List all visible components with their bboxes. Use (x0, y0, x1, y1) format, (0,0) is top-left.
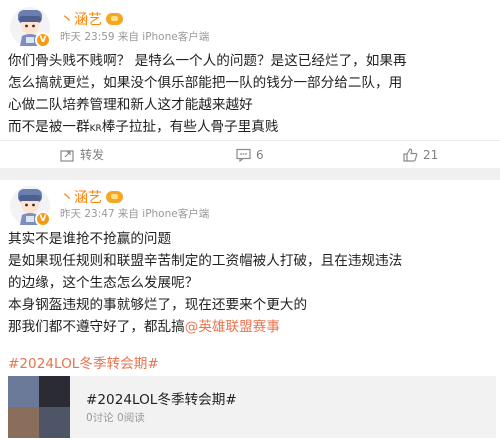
post-meta: 昨天 23:59 来自 iPhone客户端 (60, 31, 210, 43)
post-text-line: 本身钢盔违规的事就够烂了，现在还要来个更大的 (8, 297, 308, 313)
post-separator (0, 168, 500, 180)
username[interactable]: 丶涵艺 (60, 9, 123, 29)
post-text-segment: KR (89, 124, 102, 134)
topic-card[interactable]: #2024LOL冬季转会期# 0讨论 0阅读 (8, 376, 496, 438)
verified-badge-icon (35, 32, 51, 48)
post-meta: 昨天 23:47 来自 iPhone客户端 (60, 208, 210, 220)
username[interactable]: 丶涵艺 (60, 187, 123, 207)
hashtag-link[interactable]: #2024LOL冬季转会期# (8, 352, 159, 372)
repost-icon (60, 150, 74, 162)
post-text-line: 心做二队培养管理和新人这才能越来越好 (8, 97, 253, 113)
thumbs-up-icon (403, 148, 418, 162)
post-action-bar: 转发 6 21 (0, 140, 500, 168)
post-text-line: 是如果现任规则和联盟辛苦制定的工资帽被人打破，且在违规违法 (8, 253, 403, 269)
post-text-line: 怎么搞就更烂，如果没个俱乐部能把一队的钱分一部分给二队，用 (8, 75, 403, 91)
weibo-post-1: 丶涵艺 昨天 23:59 来自 iPhone客户端 你们骨头贱不贱啊？ 是特么一… (0, 0, 500, 168)
post-text-line: 你们骨头贱不贱啊？ 是特么一个人的问题？是这已经烂了，如果再 (8, 53, 407, 69)
post-text: 其实不是谁抢不抢赢的问题 是如果现任规则和联盟辛苦制定的工资帽被人打破，且在违规… (8, 228, 496, 338)
vip-crown-icon (106, 191, 123, 203)
weibo-post-2: 丶涵艺 昨天 23:47 来自 iPhone客户端 其实不是谁抢不抢赢的问题 是… (0, 180, 500, 440)
username-text[interactable]: 丶涵艺 (60, 12, 102, 28)
comment-icon (236, 148, 251, 162)
verified-badge-icon (35, 211, 51, 227)
vip-crown-icon (106, 13, 123, 25)
post-text-line: 其实不是谁抢不抢赢的问题 (8, 231, 172, 247)
post-text-line: 那我们都不遵守好了，都乱搞@英雄联盟赛事 (8, 316, 496, 338)
post-text-line: 的边缘，这个生态怎么发展呢？ (8, 275, 199, 291)
post-text: 你们骨头贱不贱啊？ 是特么一个人的问题？是这已经烂了，如果再 怎么搞就更烂，如果… (8, 50, 496, 140)
repost-label: 转发 (80, 148, 105, 162)
avatar[interactable] (9, 6, 51, 48)
comment-count: 6 (256, 148, 264, 162)
topic-stats: 0讨论 0阅读 (86, 412, 145, 424)
topic-thumbnail (8, 376, 70, 438)
like-count: 21 (423, 148, 439, 162)
post-text-segment: 那我们都不遵守好了，都乱搞 (8, 319, 185, 335)
topic-title: #2024LOL冬季转会期# (86, 392, 237, 408)
post-text-segment: 棒子拉扯，有些人骨子里真贱 (101, 119, 279, 135)
username-text[interactable]: 丶涵艺 (60, 190, 102, 206)
post-text-line: 而不是被一群KR棒子拉扯，有些人骨子里真贱 (8, 116, 496, 140)
mention-link[interactable]: @英雄联盟赛事 (185, 319, 280, 335)
post-text-segment: 而不是被一群 (8, 119, 90, 135)
avatar[interactable] (9, 185, 51, 227)
